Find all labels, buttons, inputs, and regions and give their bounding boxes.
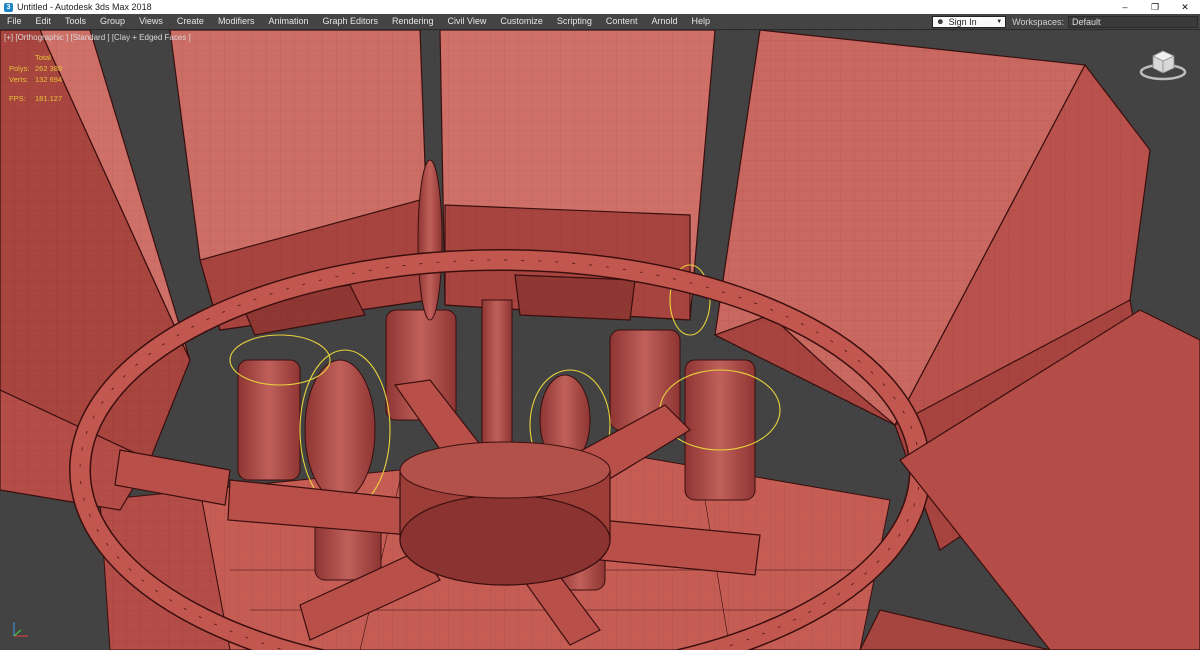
axis-tripod-icon — [13, 622, 28, 637]
close-icon[interactable]: ✕ — [1170, 2, 1200, 13]
perspective-viewport[interactable]: [+] [Orthographic ] [Standard ] [Clay + … — [0, 30, 1200, 650]
menu-create[interactable]: Create — [170, 14, 211, 29]
menu-tools[interactable]: Tools — [58, 14, 93, 29]
stats-gap — [9, 85, 62, 93]
menu-rendering[interactable]: Rendering — [385, 14, 441, 29]
menu-civil-view[interactable]: Civil View — [441, 14, 494, 29]
chandelier-model — [0, 30, 1200, 650]
sign-in-label: Sign In — [948, 16, 977, 27]
menu-scripting[interactable]: Scripting — [550, 14, 599, 29]
workspace-select[interactable]: Default — [1068, 15, 1198, 28]
stats-fps-value: 181.127 — [35, 94, 63, 103]
restore-icon[interactable]: ❐ — [1140, 2, 1170, 13]
menu-customize[interactable]: Customize — [493, 14, 550, 29]
minimize-icon[interactable]: – — [1110, 2, 1140, 12]
stats-polys-value: 262 388 — [35, 64, 63, 73]
menu-views[interactable]: Views — [132, 14, 170, 29]
menu-list: File Edit Tools Group Views Create Modif… — [0, 14, 717, 29]
3ds-max-icon: 3 — [4, 2, 13, 12]
menu-bar: File Edit Tools Group Views Create Modif… — [0, 14, 1200, 30]
title-bar: 3 Untitled - Autodesk 3ds Max 2018 – ❐ ✕ — [0, 0, 1200, 14]
stats-fps-label: FPS: — [9, 94, 26, 103]
menu-arnold[interactable]: Arnold — [644, 14, 684, 29]
sign-in-button[interactable]: ☻ Sign In ▼ — [932, 15, 1007, 28]
stats-polys-row: Polys: 262 388 — [9, 63, 62, 74]
stats-verts-value: 132 694 — [35, 75, 63, 84]
menu-graph-editors[interactable]: Graph Editors — [315, 14, 385, 29]
user-icon: ☻ — [936, 17, 945, 26]
menu-group[interactable]: Group — [93, 14, 132, 29]
viewcube-icon[interactable] — [1138, 44, 1188, 84]
menu-edit[interactable]: Edit — [29, 14, 59, 29]
chevron-down-icon: ▼ — [996, 18, 1003, 25]
viewport-label-menu[interactable]: [+] [Orthographic ] [Standard ] [Clay + … — [4, 33, 191, 42]
menu-animation[interactable]: Animation — [261, 14, 315, 29]
stats-total-label: Total — [35, 53, 51, 62]
stats-verts-label: Verts: — [9, 75, 29, 84]
menu-content[interactable]: Content — [599, 14, 645, 29]
viewport-statistics: Total Polys: 262 388 Verts: 132 694 FPS:… — [9, 52, 62, 104]
menu-file[interactable]: File — [0, 14, 29, 29]
stats-fps-row: FPS: 181.127 — [9, 93, 62, 104]
menu-modifiers[interactable]: Modifiers — [211, 14, 262, 29]
window-title: Untitled - Autodesk 3ds Max 2018 — [17, 2, 152, 12]
stats-verts-row: Verts: 132 694 — [9, 74, 62, 85]
menu-help[interactable]: Help — [684, 14, 717, 29]
workspaces-label: Workspaces: — [1012, 16, 1064, 27]
stats-polys-label: Polys: — [9, 64, 30, 73]
